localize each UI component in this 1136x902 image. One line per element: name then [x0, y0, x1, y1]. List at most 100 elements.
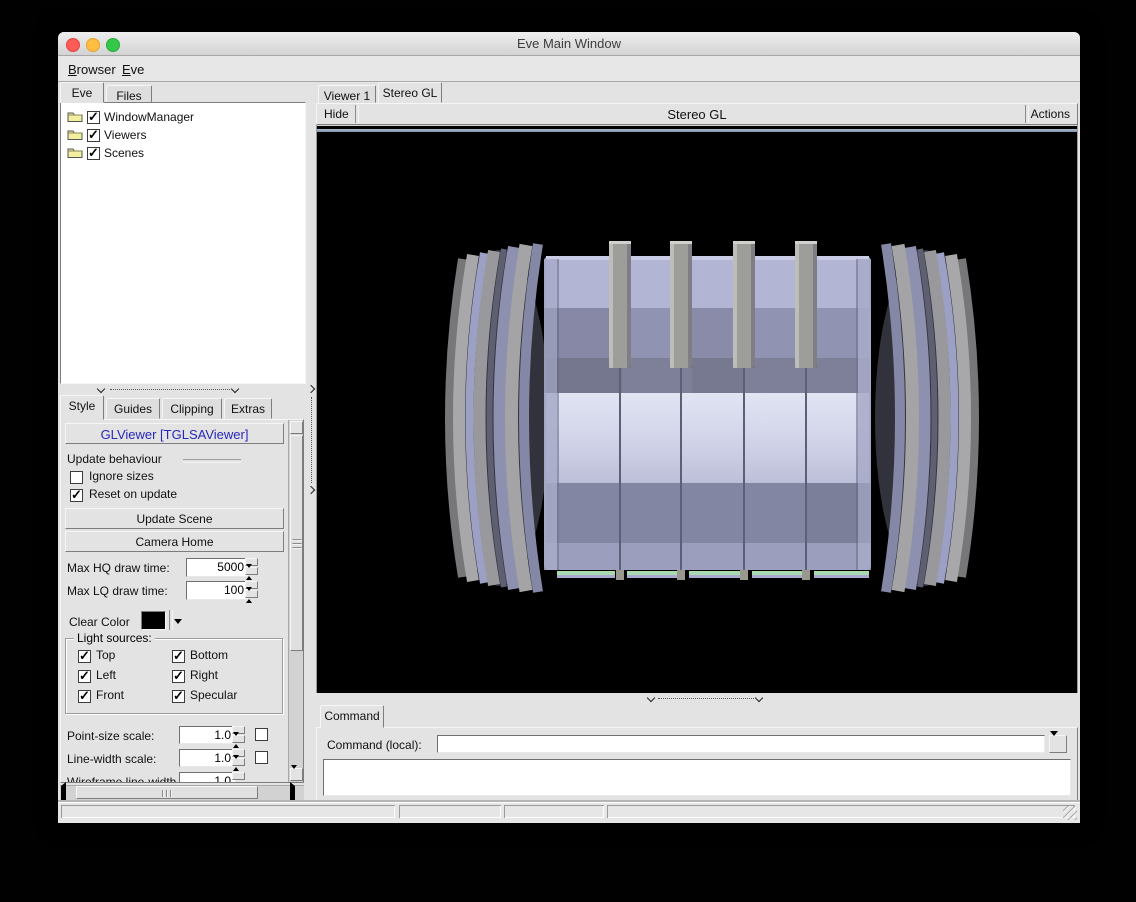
light-right-checkbox[interactable]	[172, 670, 185, 683]
reset-on-update-checkbox[interactable]	[70, 489, 83, 502]
light-left-checkbox[interactable]	[78, 670, 91, 683]
splitter-dots	[311, 397, 312, 483]
tree-row-windowmanager[interactable]: WindowManager	[61, 108, 305, 126]
style-vscrollbar[interactable]	[288, 420, 304, 782]
update-behaviour-title: Update behaviour	[67, 452, 162, 466]
gl-scene[interactable]	[317, 133, 1077, 689]
update-scene-button[interactable]: Update Scene	[65, 508, 284, 529]
command-label: Command (local):	[327, 738, 422, 752]
tree-checkbox[interactable]	[87, 147, 100, 160]
spin-down-icon[interactable]	[232, 758, 245, 766]
main-splitter[interactable]	[306, 81, 316, 802]
point-size-label: Point-size scale:	[67, 729, 154, 743]
clear-color-swatch[interactable]	[141, 611, 166, 630]
line-width-label: Line-width scale:	[67, 752, 156, 766]
folder-icon	[67, 146, 83, 159]
scroll-right-icon[interactable]	[290, 786, 303, 799]
tab-stereo-gl[interactable]: Stereo GL	[378, 82, 442, 103]
light-top-checkbox[interactable]	[78, 650, 91, 663]
light-specular-label: Specular	[190, 688, 237, 702]
light-bottom-checkbox[interactable]	[172, 650, 185, 663]
glviewer-link-button[interactable]: GLViewer [TGLSAViewer]	[65, 423, 284, 444]
window-title: Eve Main Window	[58, 36, 1080, 51]
point-size-stepper[interactable]	[232, 726, 245, 744]
max-hq-label: Max HQ draw time:	[67, 561, 170, 575]
command-input[interactable]	[437, 735, 1045, 753]
max-hq-input[interactable]: 5000	[186, 558, 249, 577]
tab-viewer-1[interactable]: Viewer 1	[318, 85, 376, 103]
tree-item-label[interactable]: WindowManager	[104, 110, 194, 124]
tree-checkbox[interactable]	[87, 129, 100, 142]
spin-up-icon[interactable]	[232, 772, 245, 780]
tab-command[interactable]: Command	[320, 705, 384, 728]
ignore-sizes-checkbox[interactable]	[70, 471, 83, 484]
wireframe-label: Wireframe line-width	[67, 775, 176, 783]
tab-style[interactable]: Style	[60, 395, 104, 420]
tree-item-label[interactable]: Viewers	[104, 128, 146, 142]
wireframe-input[interactable]: 1.0	[179, 772, 236, 783]
point-size-checkbox[interactable]	[255, 728, 268, 741]
vscrollbar-thumb[interactable]	[290, 435, 303, 651]
gl-viewport[interactable]	[316, 125, 1078, 693]
tab-guides[interactable]: Guides	[106, 398, 160, 419]
tab-files[interactable]: Files	[106, 85, 152, 103]
reset-on-update-label: Reset on update	[89, 487, 177, 501]
folder-icon	[67, 110, 83, 123]
line-width-stepper[interactable]	[232, 749, 245, 767]
tree-row-scenes[interactable]: Scenes	[61, 144, 305, 162]
tree-checkbox[interactable]	[87, 111, 100, 124]
tree-splitter[interactable]	[60, 384, 306, 395]
tab-extras[interactable]: Extras	[224, 398, 272, 419]
spin-down-icon[interactable]	[245, 590, 258, 598]
wireframe-stepper[interactable]	[232, 772, 245, 783]
titlebar[interactable]: Eve Main Window	[58, 32, 1080, 56]
viewer-splitter[interactable]	[316, 693, 1078, 704]
light-top-label: Top	[96, 648, 115, 662]
light-sources-group: Light sources: Top Bottom Left Right Fro…	[65, 638, 283, 714]
thumb-grip	[162, 790, 172, 797]
chevron-down-icon	[97, 385, 105, 393]
light-front-checkbox[interactable]	[78, 690, 91, 703]
combo-dropdown-button[interactable]	[1049, 735, 1067, 753]
tree-item-label[interactable]: Scenes	[104, 146, 144, 160]
viewport-focus-strip	[317, 129, 1077, 132]
eve-main-window: Eve Main Window Browser Eve Eve Files Wi…	[58, 32, 1080, 822]
spin-down-icon[interactable]	[232, 735, 245, 743]
max-lq-stepper[interactable]	[245, 581, 258, 599]
style-panel: GLViewer [TGLSAViewer] Update behaviour …	[60, 419, 304, 783]
command-output[interactable]	[323, 759, 1071, 796]
max-hq-stepper[interactable]	[245, 558, 258, 576]
eve-tree: WindowManager Viewers Scenes	[60, 102, 306, 384]
menu-eve[interactable]: Eve	[116, 60, 150, 79]
light-specular-checkbox[interactable]	[172, 690, 185, 703]
status-section-3	[504, 805, 604, 818]
color-dropdown-icon[interactable]	[174, 619, 182, 624]
style-hscrollbar[interactable]	[60, 785, 304, 800]
divider	[183, 459, 241, 463]
line-width-checkbox[interactable]	[255, 751, 268, 764]
tab-clipping[interactable]: Clipping	[162, 398, 222, 419]
point-size-input[interactable]: 1.0	[179, 726, 236, 744]
divider	[1025, 105, 1029, 123]
status-bar	[58, 802, 1080, 823]
camera-home-button[interactable]: Camera Home	[65, 531, 284, 552]
light-front-label: Front	[96, 688, 124, 702]
tab-eve[interactable]: Eve	[60, 82, 104, 103]
scroll-up-icon[interactable]	[290, 421, 303, 434]
spin-down-icon[interactable]	[245, 567, 258, 575]
bottom-stripes	[557, 571, 869, 578]
splitter-dots	[658, 698, 754, 699]
actions-button[interactable]: Actions	[1031, 107, 1070, 121]
tree-row-viewers[interactable]: Viewers	[61, 126, 305, 144]
light-bottom-label: Bottom	[190, 648, 228, 662]
command-combobox[interactable]	[437, 735, 1067, 755]
menu-browser[interactable]: Browser	[62, 60, 122, 79]
scroll-down-icon[interactable]	[290, 768, 303, 781]
resize-grip[interactable]	[1063, 806, 1077, 820]
max-lq-input[interactable]: 100	[186, 581, 249, 600]
max-lq-label: Max LQ draw time:	[67, 584, 168, 598]
hscrollbar-thumb[interactable]	[76, 786, 258, 799]
line-width-input[interactable]: 1.0	[179, 749, 236, 767]
command-panel: Command (local):	[316, 727, 1078, 801]
scroll-left-icon[interactable]	[61, 786, 74, 799]
